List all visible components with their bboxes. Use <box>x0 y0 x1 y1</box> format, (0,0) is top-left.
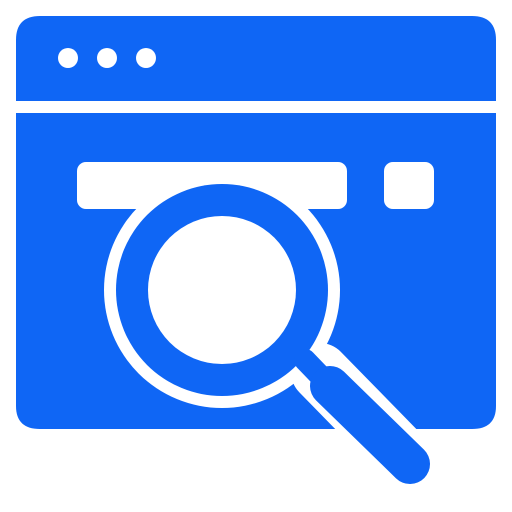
browser-search-icon <box>16 16 496 493</box>
search-button-shape <box>384 162 434 209</box>
window-dot-icon <box>58 48 78 68</box>
window-dot-icon <box>97 48 117 68</box>
window-title-bar <box>16 16 496 101</box>
browser-search-illustration <box>0 0 512 512</box>
window-dot-icon <box>136 48 156 68</box>
